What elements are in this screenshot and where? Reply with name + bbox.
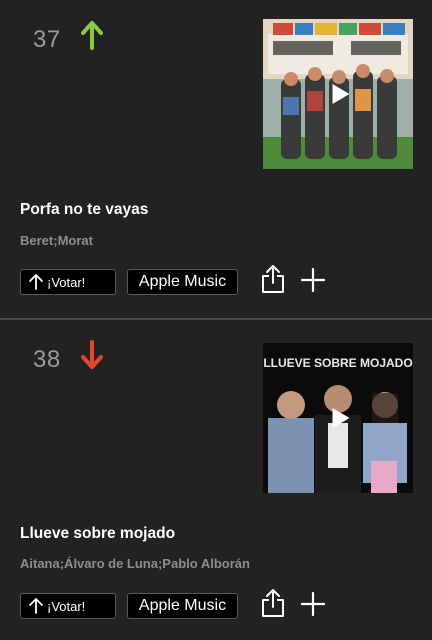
vote-label: ¡Votar! <box>47 274 86 290</box>
plus-icon[interactable] <box>300 591 326 617</box>
apple-music-label: Apple Music <box>138 273 227 290</box>
arrow-up-icon <box>29 274 43 290</box>
trend-down-icon <box>81 340 103 369</box>
share-icon[interactable] <box>260 588 286 618</box>
share-icon[interactable] <box>260 264 286 294</box>
trend-up-icon <box>81 21 103 50</box>
vote-button[interactable]: ¡Votar! <box>20 269 116 295</box>
vote-label: ¡Votar! <box>47 598 86 614</box>
rank-number: 37 <box>33 26 61 53</box>
album-cover[interactable]: LLUEVE SOBRE MOJADO <box>263 343 413 493</box>
song-title: Porfa no te vayas <box>20 201 149 218</box>
apple-music-button[interactable]: Apple Music <box>127 269 238 295</box>
song-card: 37 Porfa no te vayas Beret;Morat ¡Votar!… <box>0 0 432 318</box>
play-icon[interactable] <box>332 84 350 104</box>
cover-text: LLUEVE SOBRE MOJADO <box>263 356 412 370</box>
plus-icon[interactable] <box>300 267 326 293</box>
vote-button[interactable]: ¡Votar! <box>20 593 116 619</box>
play-icon[interactable] <box>332 408 350 428</box>
arrow-up-icon <box>29 598 43 614</box>
song-artist: Beret;Morat <box>20 233 93 248</box>
song-card: 38 LLUEVE SOBRE MOJADO Llueve sobre moja… <box>0 320 432 640</box>
apple-music-button[interactable]: Apple Music <box>127 593 238 619</box>
rank-number: 38 <box>33 346 61 373</box>
song-artist: Aitana;Álvaro de Luna;Pablo Alborán <box>20 556 250 571</box>
apple-music-label: Apple Music <box>138 597 227 614</box>
song-title: Llueve sobre mojado <box>20 525 176 542</box>
album-cover[interactable] <box>263 19 413 169</box>
